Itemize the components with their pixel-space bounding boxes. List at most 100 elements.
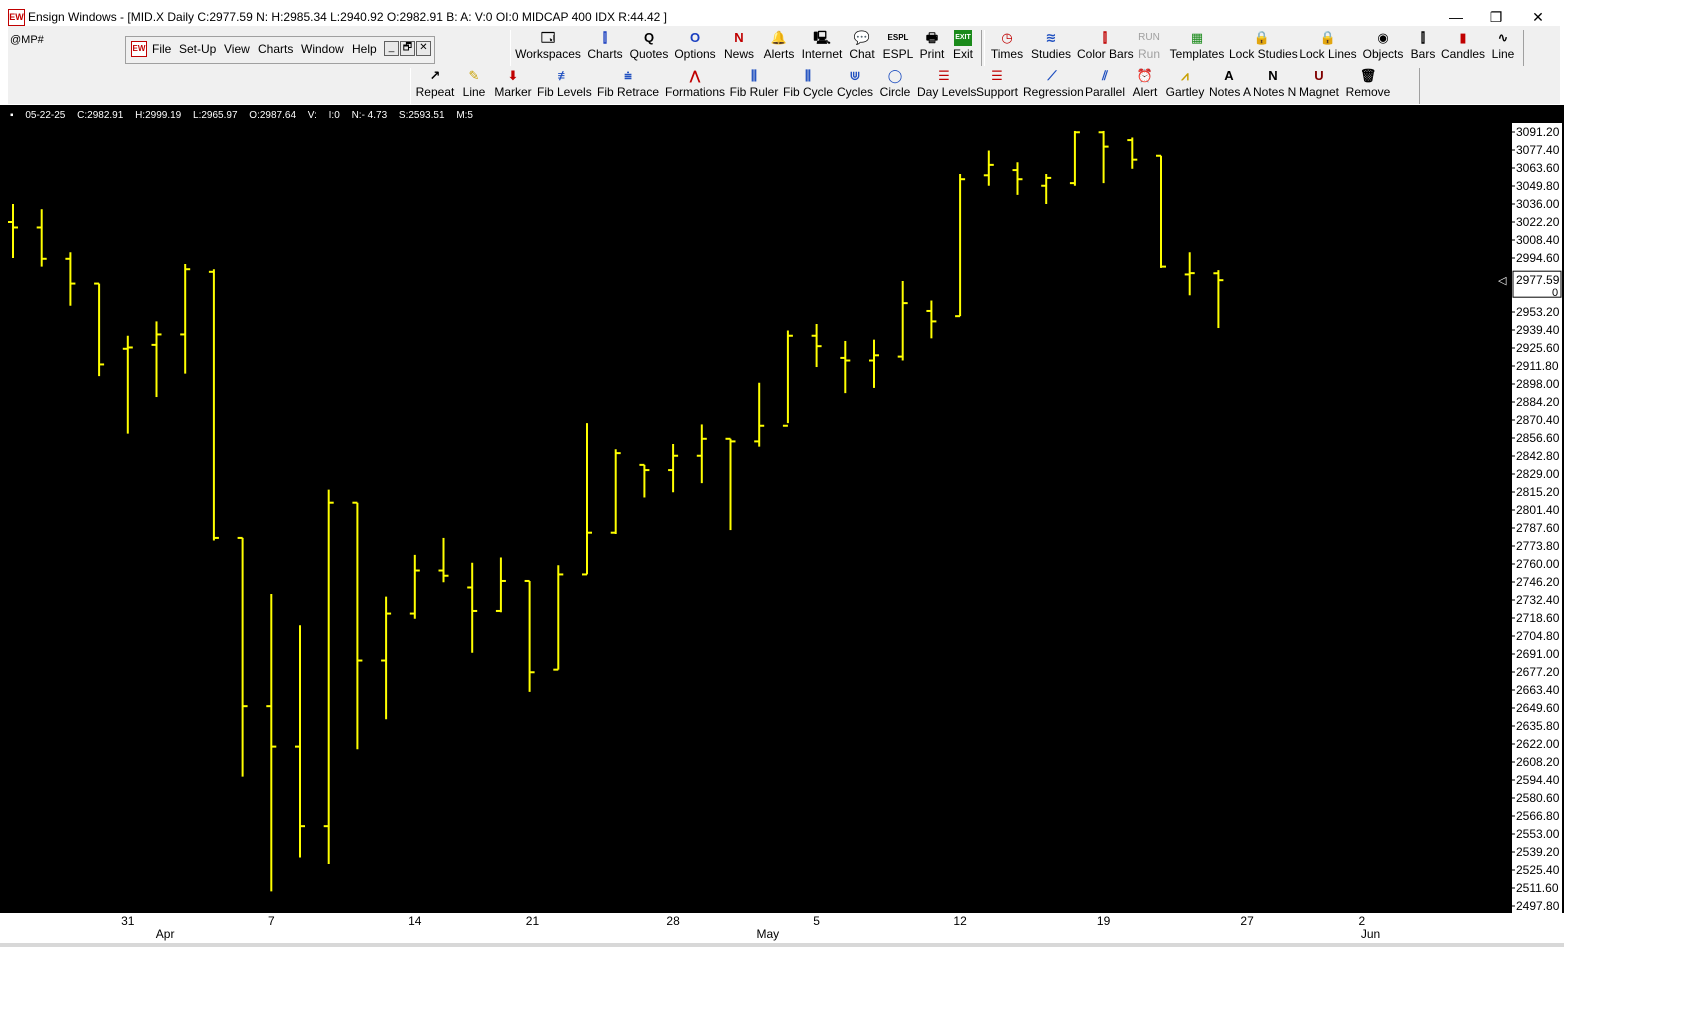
color-bars-button[interactable]: ⫿ Color Bars [1077,30,1134,61]
tool-fib-levels-icon: ≢ [557,68,571,83]
tool-repeat-icon: ↗ [429,68,441,83]
alerts-button[interactable]: 🔔 Alerts [761,30,797,61]
y-tick-label: 2746.20 [1516,575,1560,589]
charts-button[interactable]: ⫿ Charts [585,30,625,61]
tool-day-levels-button[interactable]: ☰ Day Levels [917,68,976,99]
child-minimize-button[interactable]: _ [384,41,399,56]
templates-button[interactable]: ▦ Templates [1167,30,1227,61]
tool-parallel-icon: ⫽ [1102,68,1108,83]
workspaces-button[interactable]: 🗔 Workspaces [515,30,581,61]
menu-window[interactable]: Window [301,42,344,56]
close-button[interactable]: ✕ [1518,6,1558,28]
minimize-button[interactable]: — [1436,6,1476,28]
ohlc-chart[interactable]: 3091.20 3077.40 3063.60 3049.80 3036.00 3022.… [0,105,1564,913]
ohlc-bar [467,562,478,653]
toolbar-main: 🗔 Workspaces ⫿ Charts Q Quotes O Options N Ne… [510,30,982,66]
menu-file[interactable]: File [152,42,171,56]
news-button[interactable]: N News [721,30,757,61]
line-chart-button[interactable]: ∿ Line [1487,30,1519,61]
ohlc-bar [1156,154,1166,268]
tool-magnet-button[interactable]: U Magnet [1297,68,1341,99]
tool-formations-button[interactable]: ⋀ Formations [665,68,725,99]
exit-button[interactable]: EXIT Exit [949,30,977,61]
quotes-button[interactable]: Q Quotes [629,30,669,61]
candles-button[interactable]: ▮ Candles [1441,30,1485,61]
tool-fib-retrace-icon: ⩧ [624,68,632,83]
tool-marker-icon: ⬇ [507,68,519,83]
lock-icon: 🔒 [1253,30,1271,45]
tool-cycles-button[interactable]: ⋓ Cycles [837,68,873,99]
line-chart-icon: ∿ [1497,30,1509,45]
print-button[interactable]: 🖶 Print [917,30,947,61]
tool-line-button[interactable]: ✎ Line [459,68,489,99]
y-tick-label: 2677.20 [1516,665,1560,679]
info-marker: ▪ [10,110,14,121]
child-restore-button[interactable]: 🗗 [400,41,415,56]
info-high: H:2999.19 [135,110,182,121]
lock-lines-button[interactable]: 🔒 Lock Lines [1299,30,1357,61]
last-price-sub: 0 [1552,287,1558,299]
child-window-icon[interactable]: EW [131,41,147,57]
tool-fib-ruler-button[interactable]: ⫼ Fib Ruler [729,68,779,99]
ohlc-bar [1098,130,1109,184]
ohlc-bar [1127,137,1138,169]
x-day-label: 27 [1240,914,1254,928]
ohlc-bar [553,565,564,671]
y-tick-label: 2511.60 [1516,881,1559,895]
tool-remove-button[interactable]: 🗑 Remove [1345,68,1391,99]
info-low: L:2965.97 [193,110,238,121]
restore-button[interactable]: ❐ [1476,6,1516,28]
workspaces-icon: 🗔 [540,30,556,45]
objects-button[interactable]: ◉ Objects [1361,30,1405,61]
y-tick-label: 2787.60 [1516,521,1560,535]
tool-notes-n-button[interactable]: N Notes N [1253,68,1296,99]
run-button[interactable]: RUN Run [1135,30,1163,61]
tool-regression-button[interactable]: ⟋ Regression [1023,68,1084,99]
tool-fib-levels-button[interactable]: ≢ Fib Levels [537,68,592,99]
ohlc-bar [409,554,420,619]
y-tick-label: 2842.80 [1516,449,1560,463]
tool-fib-retrace-button[interactable]: ⩧ Fib Retrace [595,68,661,99]
tool-gartley-button[interactable]: ⩘ Gartley [1165,68,1205,99]
ohlc-bar [381,596,392,720]
color-bars-icon: ⫿ [1102,30,1108,45]
chat-button[interactable]: 💬 Chat [847,30,877,61]
tool-parallel-button[interactable]: ⫽ Parallel [1085,68,1125,99]
tool-fib-ruler-icon: ⫼ [751,68,757,83]
time-axis[interactable]: 31 7 14 21 28 5 12 19 27 2 Apr May Jun [8,913,1560,943]
options-button[interactable]: O Options [673,30,717,61]
menu-view[interactable]: View [224,42,250,56]
tool-circle-button[interactable]: ◯ Circle [877,68,913,99]
bars-button[interactable]: ⫿ Bars [1407,30,1439,61]
tool-day-levels-icon: ☰ [938,68,950,83]
menu-help[interactable]: Help [352,42,377,56]
internet-button[interactable]: 🖳 Internet [801,30,843,61]
times-button[interactable]: ◷ Times [989,30,1025,61]
menu-setup[interactable]: Set-Up [179,42,216,56]
exit-icon: EXIT [954,30,972,46]
tool-line-icon: ✎ [468,68,480,83]
y-tick-label: 3077.40 [1516,143,1560,157]
x-month-label: May [756,927,780,941]
tool-support-button[interactable]: ☰ Support [975,68,1019,99]
x-day-label: 28 [666,914,680,928]
espl-button[interactable]: ESPL ESPL [881,30,915,61]
tool-marker-button[interactable]: ⬇ Marker [493,68,533,99]
ohlc-bar [94,282,105,377]
y-tick-label: 2801.40 [1516,503,1560,517]
bars-icon: ⫿ [1420,30,1426,45]
tool-notes-n-icon: N [1268,68,1278,83]
menu-bar: EW File Set-Up View Charts Window Help _… [125,36,435,64]
ohlc-bar [754,382,765,447]
tool-notes-a-button[interactable]: A Notes A [1209,68,1251,99]
price-chart[interactable]: 3091.20 3077.40 3063.60 3049.80 3036.00 3022.… [0,105,1564,913]
tool-fib-cycle-button[interactable]: ⫼ Fib Cycle [783,68,833,99]
y-tick-label: 3036.00 [1516,197,1560,211]
child-close-button[interactable]: ✕ [416,41,431,56]
studies-button[interactable]: ≋ Studies [1029,30,1073,61]
symbol-field[interactable]: @MP# [10,34,44,46]
lock-studies-button[interactable]: 🔒 Lock Studies [1229,30,1298,61]
menu-charts[interactable]: Charts [258,42,293,56]
tool-repeat-button[interactable]: ↗ Repeat [415,68,455,99]
tool-alert-button[interactable]: ⏰ Alert [1129,68,1161,99]
